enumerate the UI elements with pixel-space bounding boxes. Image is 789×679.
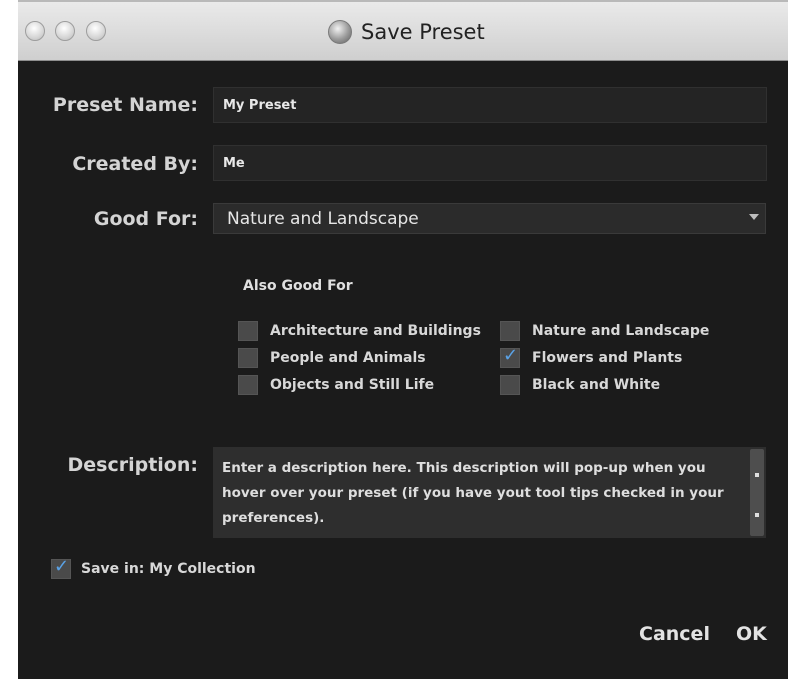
checkbox-label: People and Animals <box>270 350 426 366</box>
also-good-for-label: Also Good For <box>243 278 353 294</box>
description-value: Enter a description here. This descripti… <box>222 460 724 526</box>
checkbox-black-and-white[interactable]: Black and White <box>500 375 660 395</box>
preset-name-label: Preset Name: <box>52 94 198 116</box>
description-scrollbar[interactable] <box>750 449 764 536</box>
description-textarea[interactable]: Enter a description here. This descripti… <box>213 447 766 538</box>
title-bar: Save Preset <box>18 0 788 61</box>
window-title-group: Save Preset <box>328 18 485 46</box>
preset-name-value: My Preset <box>223 97 297 113</box>
save-in-label: Save in: My Collection <box>81 561 256 577</box>
minimize-window-button[interactable] <box>55 21 75 41</box>
scroll-down-marker <box>755 513 759 517</box>
save-in-checkbox[interactable]: ✓ Save in: My Collection <box>51 556 256 579</box>
app-globe-icon <box>328 20 352 44</box>
checkbox-box[interactable] <box>238 375 258 395</box>
checkbox-box[interactable] <box>238 348 258 368</box>
checkbox-box[interactable]: ✓ <box>51 556 71 579</box>
checkbox-label: Nature and Landscape <box>532 323 710 339</box>
description-label: Description: <box>67 454 199 476</box>
checkbox-box[interactable]: ✓ <box>500 345 520 368</box>
ok-button[interactable]: OK <box>736 623 767 645</box>
checkbox-people-and-animals[interactable]: People and Animals <box>238 348 426 368</box>
checkbox-box[interactable] <box>238 321 258 341</box>
checkbox-box[interactable] <box>500 321 520 341</box>
good-for-label: Good For: <box>93 208 198 230</box>
created-by-input[interactable]: Me <box>213 145 767 181</box>
checkmark-icon: ✓ <box>503 345 519 366</box>
cancel-button[interactable]: Cancel <box>639 623 710 645</box>
preset-name-input[interactable]: My Preset <box>213 87 767 123</box>
checkbox-nature-and-landscape[interactable]: Nature and Landscape <box>500 321 709 341</box>
scroll-up-marker <box>755 473 759 477</box>
created-by-label: Created By: <box>72 153 198 175</box>
good-for-select[interactable]: Nature and Landscape <box>213 203 766 234</box>
chevron-down-icon <box>749 214 759 220</box>
checkbox-box[interactable] <box>500 375 520 395</box>
checkbox-label: Black and White <box>532 377 661 393</box>
checkbox-label: Objects and Still Life <box>270 377 435 393</box>
save-preset-dialog: Save Preset Preset Name: My Preset Creat… <box>18 0 788 679</box>
checkbox-label: Architecture and Buildings <box>270 323 481 339</box>
checkbox-label: Flowers and Plants <box>532 350 683 366</box>
close-window-button[interactable] <box>25 21 45 41</box>
checkbox-architecture-and-buildings[interactable]: Architecture and Buildings <box>238 321 481 341</box>
good-for-selected-value: Nature and Landscape <box>227 208 419 229</box>
window-title: Save Preset <box>361 20 485 44</box>
checkmark-icon: ✓ <box>54 556 70 577</box>
checkbox-objects-and-still-life[interactable]: Objects and Still Life <box>238 375 434 395</box>
created-by-value: Me <box>223 155 245 171</box>
checkbox-flowers-and-plants[interactable]: ✓ Flowers and Plants <box>500 345 683 368</box>
zoom-window-button[interactable] <box>86 21 106 41</box>
